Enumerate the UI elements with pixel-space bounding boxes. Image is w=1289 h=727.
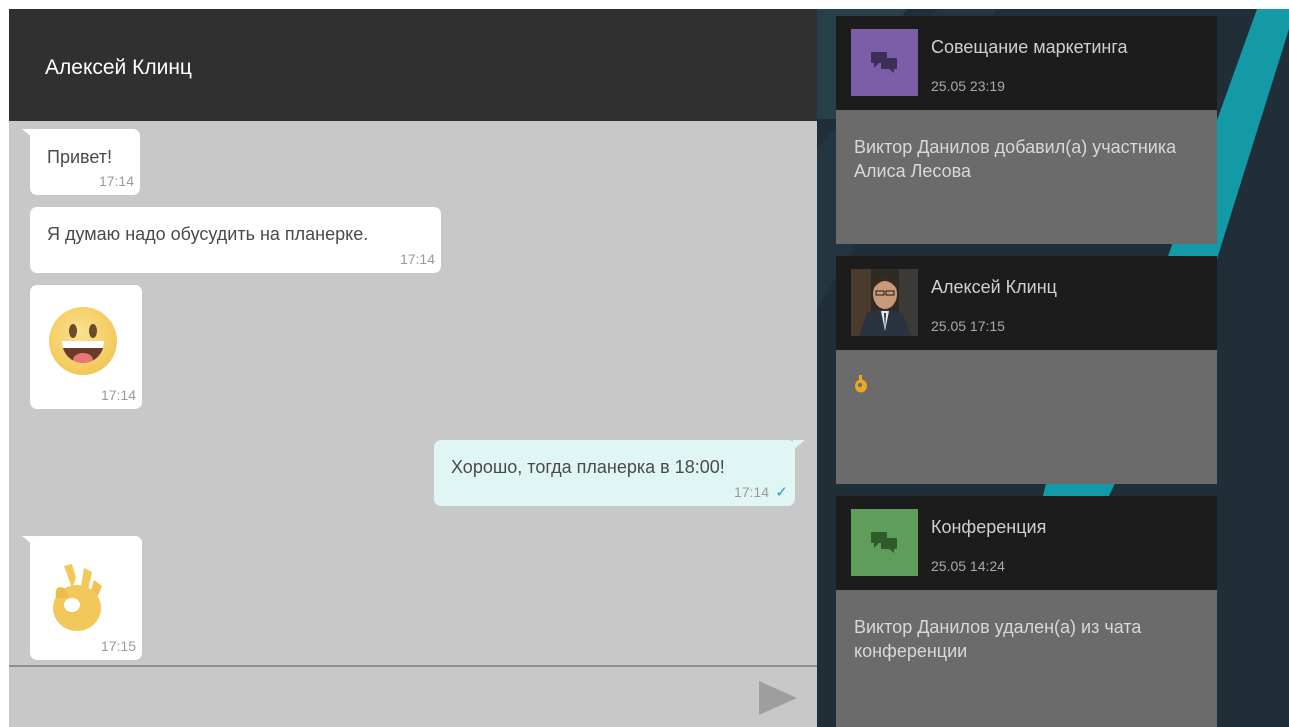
- group-chat-icon: [871, 52, 897, 73]
- message-text: Я думаю надо обусудить на планерке.: [47, 224, 369, 244]
- conversation-title: Алексей Клинц: [931, 277, 1057, 297]
- message-time: 17:14: [98, 173, 134, 189]
- group-avatar: [851, 29, 918, 96]
- conversation-time: 25.05 23:19: [931, 78, 1005, 94]
- chat-title: Алексей Клинц: [45, 56, 192, 79]
- incoming-message[interactable]: Привет! 17:14: [22, 129, 140, 195]
- conversation-preview: Виктор Данилов удален(а) из чата конфере…: [854, 617, 1142, 661]
- group-avatar: [851, 509, 918, 576]
- incoming-emoji-message[interactable]: 17:14: [30, 285, 142, 409]
- avatar: [851, 269, 918, 336]
- message-input[interactable]: [9, 667, 817, 727]
- conversation-card[interactable]: Совещание маркетинга 25.05 23:19 Виктор …: [836, 16, 1217, 244]
- ok-hand-icon: [53, 564, 102, 631]
- chat-panel: Алексей Клинц Привет! 17:14 Я думаю надо…: [9, 9, 817, 727]
- message-text: Привет!: [47, 147, 113, 167]
- conversation-preview: Виктор Данилов добавил(а) участника Алис…: [854, 137, 1177, 181]
- conversation-time: 25.05 17:15: [931, 318, 1005, 334]
- conversation-title: Совещание маркетинга: [931, 37, 1128, 57]
- conversation-list: Совещание маркетинга 25.05 23:19 Виктор …: [817, 9, 1289, 727]
- message-time: 17:15: [100, 638, 136, 654]
- conversation-card[interactable]: Конференция 25.05 14:24 Виктор Данилов у…: [836, 496, 1217, 727]
- incoming-emoji-message[interactable]: 17:15: [22, 536, 142, 660]
- ok-hand-icon: [855, 375, 867, 393]
- sent-check-icon: ✓: [775, 484, 788, 501]
- group-chat-icon: [871, 532, 897, 553]
- conversation-title: Конференция: [931, 517, 1047, 537]
- message-text: Хорошо, тогда планерка в 18:00!: [451, 457, 725, 477]
- incoming-message[interactable]: Я думаю надо обусудить на планерке. 17:1…: [30, 207, 441, 273]
- conversation-card[interactable]: Алексей Клинц 25.05 17:15: [836, 256, 1217, 484]
- message-time: 17:14: [733, 484, 769, 500]
- conversation-time: 25.05 14:24: [931, 558, 1005, 574]
- message-time: 17:14: [399, 251, 435, 267]
- grinning-face-icon: [49, 307, 117, 375]
- outgoing-message[interactable]: Хорошо, тогда планерка в 18:00! 17:14 ✓: [434, 440, 805, 506]
- message-time: 17:14: [100, 387, 136, 403]
- app-frame: Алексей Клинц Привет! 17:14 Я думаю надо…: [9, 9, 1289, 727]
- chat-header: Алексей Клинц: [9, 9, 817, 121]
- send-icon[interactable]: [759, 681, 797, 715]
